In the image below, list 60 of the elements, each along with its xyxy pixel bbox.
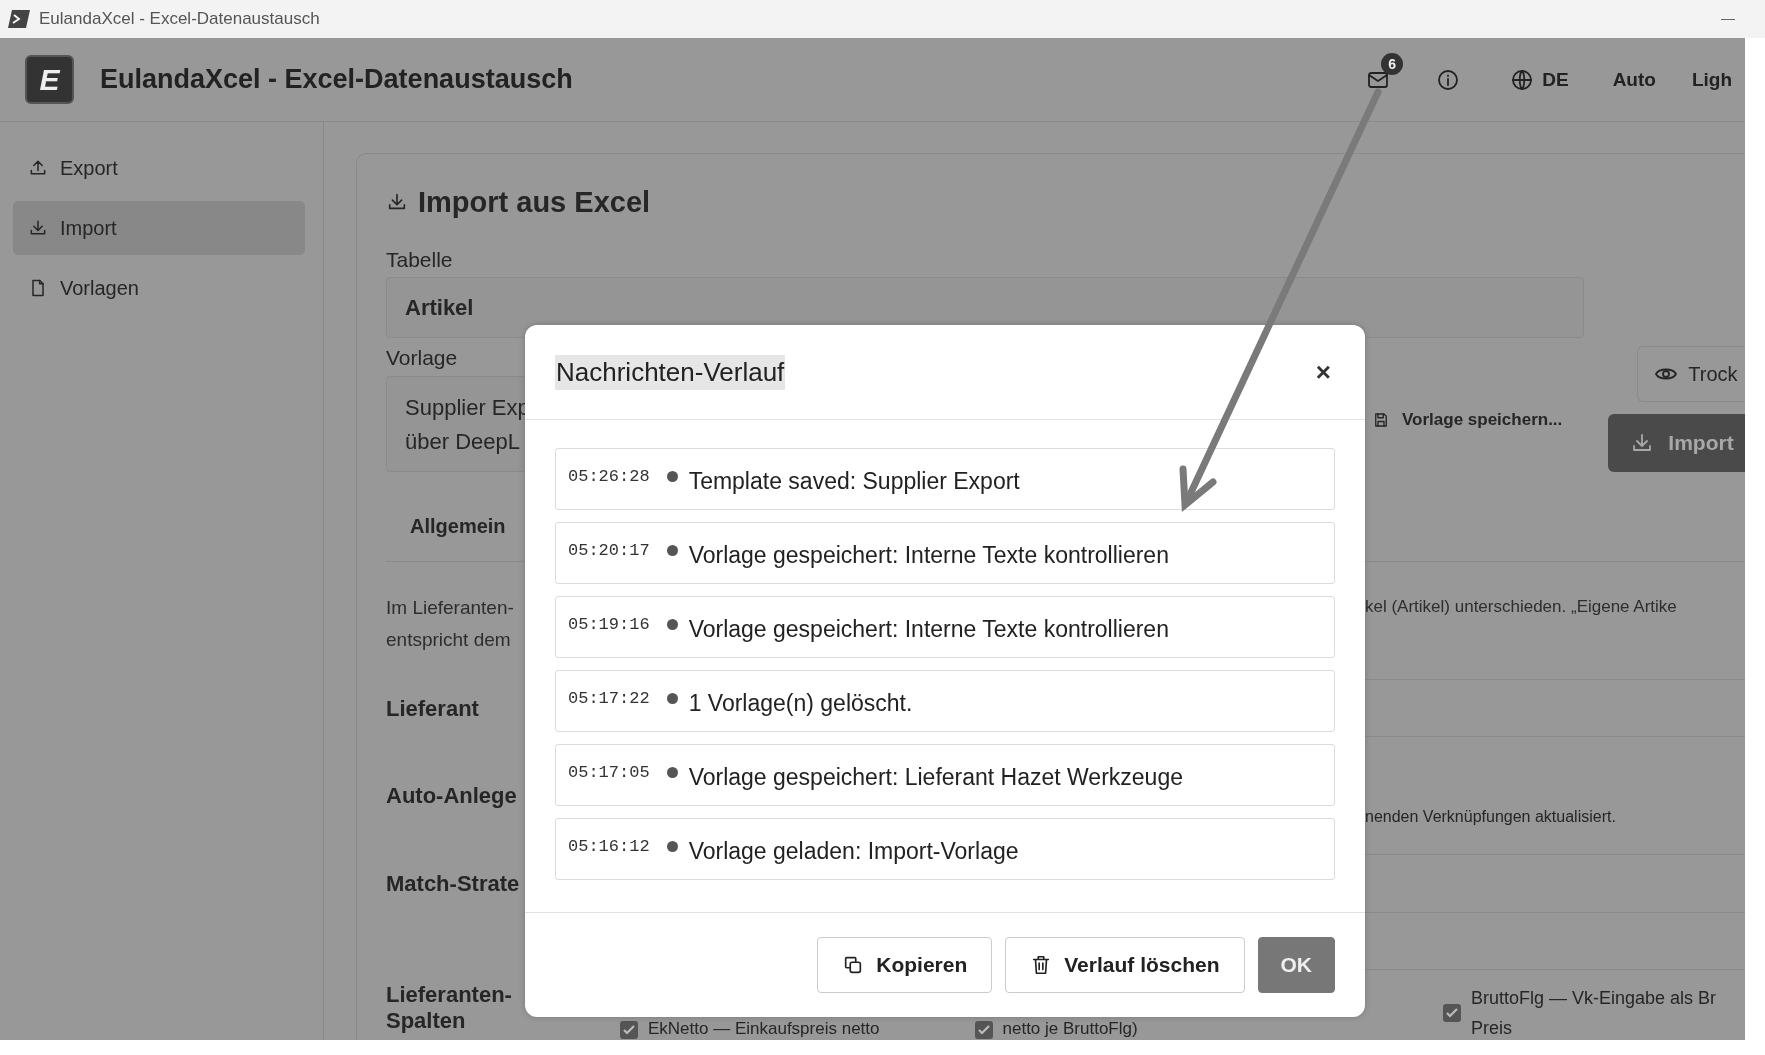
status-dot [666, 841, 678, 852]
checkbox[interactable] [974, 1021, 993, 1039]
message-text: Vorlage gespeichert: Lieferant Hazet Werkzeuge [688, 763, 1183, 791]
checkbox-label: BruttoFlg — Vk-Eingabe als Br Preis [1471, 987, 1717, 1040]
app-title: EulandaXcel - Excel-Datenaustausch [100, 64, 573, 95]
ok-button[interactable]: OK [1257, 937, 1335, 993]
section-label: Lieferanten- Spalten [386, 982, 512, 1034]
app-logo: E [25, 55, 74, 104]
section-label: Auto-Anlege [386, 783, 517, 809]
window-title: EulandaXcel - Excel-Datenaustausch [39, 9, 320, 29]
message-time: 05:19:16 [568, 615, 650, 634]
section-note: nenden Verknüpfungen aktualisiert. [1365, 808, 1616, 825]
save-template-button[interactable]: Vorlage speichern... [1372, 410, 1563, 430]
message-time: 05:26:28 [568, 467, 650, 486]
tab[interactable]: Allgemein [410, 515, 506, 538]
save-icon [1372, 411, 1390, 429]
info-icon [1436, 67, 1461, 92]
checkbox[interactable] [1443, 1004, 1461, 1022]
description-text: kel (Artikel) unterschieden. „Eigene Artike [1365, 597, 1677, 616]
message-text: Vorlage gespeichert: Interne Texte kontrollieren [688, 615, 1169, 643]
message-text: Template saved: Supplier Export [688, 467, 1020, 495]
status-dot [666, 693, 678, 704]
status-dot [666, 471, 678, 482]
status-dot [666, 619, 678, 630]
message-count-badge: 6 [1381, 52, 1404, 75]
language-button[interactable]: DE [1510, 67, 1569, 92]
message-time: 05:17:05 [568, 763, 650, 782]
copy-button[interactable]: Kopieren [817, 937, 993, 993]
upload-icon [28, 158, 48, 178]
section-label: Match-Strate [386, 871, 520, 897]
message-text: Vorlage gespeichert: Interne Texte kontrollieren [688, 541, 1169, 569]
clear-history-button[interactable]: Verlauf löschen [1005, 937, 1245, 993]
sidebar-item[interactable]: Vorlagen [13, 261, 305, 315]
preview-button[interactable]: Trock [1637, 346, 1745, 402]
sidebar-item[interactable]: Import [13, 201, 305, 255]
message-text: 1 Vorlage(n) gelöscht. [688, 689, 913, 717]
message-time: 05:17:22 [568, 689, 650, 708]
theme-option[interactable]: Auto [1612, 68, 1656, 91]
message-time: 05:20:17 [568, 541, 650, 560]
status-dot [666, 767, 678, 778]
status-dot [666, 545, 678, 556]
minimize-icon[interactable] [1721, 18, 1735, 20]
section-label: Lieferant [386, 695, 479, 722]
field-label: Vorlage [386, 345, 459, 371]
download-icon [28, 218, 48, 238]
close-button[interactable]: × [1311, 356, 1335, 388]
checkbox[interactable] [620, 1021, 638, 1039]
checkbox-label: netto je BruttoFlg) [1002, 1019, 1138, 1039]
panel-title: Import aus Excel [418, 185, 651, 219]
theme-option[interactable]: Ligh [1691, 68, 1732, 91]
sidebar-item[interactable]: Export [13, 141, 305, 195]
description-text: Im Lieferanten- entspricht dem [386, 596, 515, 652]
globe-icon [1510, 67, 1535, 92]
message-time: 05:16:12 [568, 837, 650, 856]
field-label: Tabelle [386, 247, 454, 273]
import-button[interactable]: Import [1608, 414, 1745, 472]
dialog-title: Nachrichten-Verlauf [555, 354, 786, 390]
checkbox-label: EkNetto — Einkaufspreis netto [648, 1019, 880, 1039]
message-text: Vorlage geladen: Import-Vorlage [688, 837, 1019, 865]
app-icon [8, 10, 30, 28]
